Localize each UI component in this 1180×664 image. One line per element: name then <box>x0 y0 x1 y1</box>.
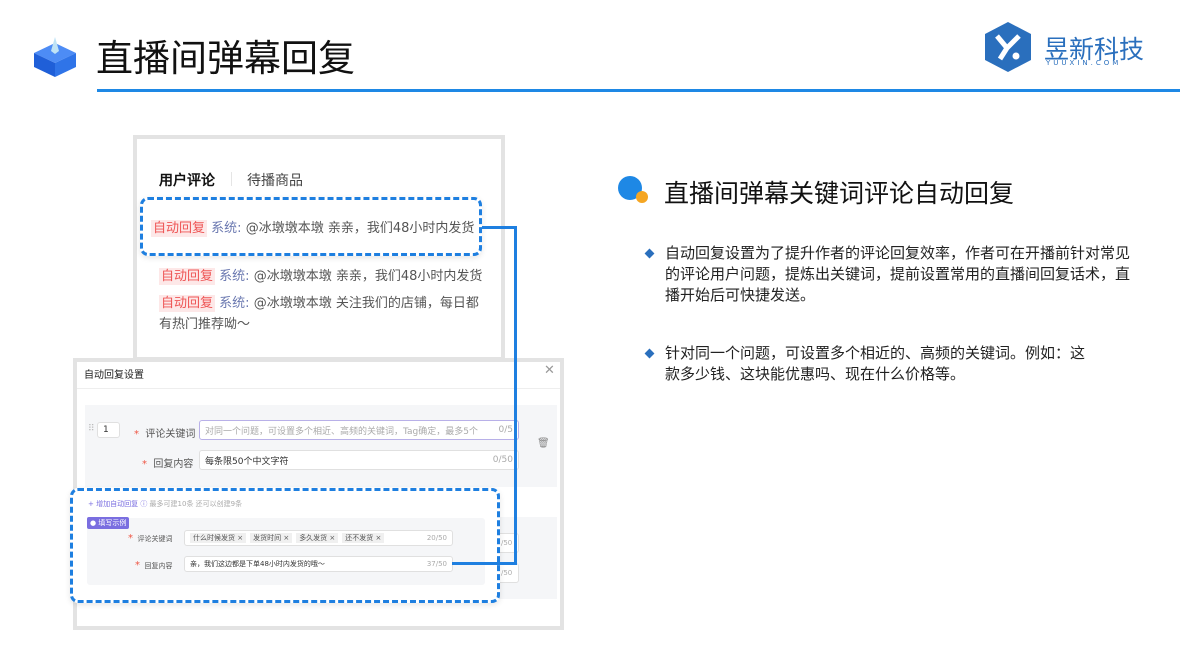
tab-divider <box>231 172 232 186</box>
tab-user-comments[interactable]: 用户评论 <box>159 170 215 190</box>
keyword-chip[interactable]: 发货时间 × <box>250 533 293 543</box>
reply-label: * 回复内容 <box>142 459 194 470</box>
connector-line <box>514 226 517 565</box>
keyword-count: 0/5 <box>498 425 513 435</box>
keyword-label-text: 评论关键词 <box>145 429 196 440</box>
label-text: 评论关键词 <box>137 535 173 543</box>
tab-pending-products[interactable]: 待播商品 <box>247 170 303 190</box>
keyword-placeholder: 对同一个问题，可设置多个相近、高频的关键词，Tag确定，最多5个 <box>205 426 478 437</box>
reply-label-text: 回复内容 <box>153 459 194 470</box>
example-section <box>87 518 485 585</box>
example-reply-input[interactable]: 亲，我们这边都是下单48小时内发货的哦～ 37/50 <box>184 556 453 572</box>
logo-icon <box>985 22 1031 72</box>
section-heading: 直播间弹幕关键词评论自动回复 <box>664 179 1015 208</box>
reply-input[interactable]: 每条限50个中文字符 0/50 <box>199 450 519 470</box>
comment-text: @冰墩墩本墩 亲亲，我们48小时内发货 <box>253 269 483 284</box>
comment-item: 自动回复 系统: @冰墩墩本墩 亲亲，我们48小时内发货 <box>159 265 483 285</box>
rule-section <box>85 405 557 487</box>
keyword-chips: 什么时候发货 × 发货时间 × 多久发货 × 还不发货 × <box>190 533 388 543</box>
auto-reply-tag: 自动回复 <box>159 268 216 285</box>
drag-handle-icon[interactable]: ⠿ <box>88 424 95 434</box>
rule-index[interactable]: 1 <box>97 422 120 438</box>
example-reply-label: * 回复内容 <box>135 560 173 571</box>
reply-count: 0/50 <box>492 455 513 465</box>
logo-domain: YUUXIN.COM <box>1046 59 1122 67</box>
bullet-text: 针对同一个问题，可设置多个相近的、高频的关键词。例如：这款多少钱、这块能优惠吗、… <box>665 344 1086 383</box>
connector-line <box>482 226 517 229</box>
bullet-icon <box>644 248 655 259</box>
sender: 系统: <box>219 269 250 284</box>
keyword-label: * 评论关键词 <box>134 429 196 440</box>
bullet-text: 自动回复设置为了提升作者的评论回复效率，作者可在开播前针对常见的评论用户问题，提… <box>665 244 1131 304</box>
cube-icon <box>34 37 76 77</box>
keyword-chip[interactable]: 多久发货 × <box>296 533 339 543</box>
input-box: 亲，我们这边都是下单48小时内发货的哦～ 37/50 <box>184 556 453 572</box>
bubble-icon <box>618 176 648 203</box>
add-label: + 增加自动回复 <box>88 500 139 508</box>
divider <box>77 388 560 389</box>
comment-item: 自动回复 系统: @冰墩墩本墩 亲亲，我们48小时内发货 <box>151 217 475 237</box>
keyword-input[interactable]: 对同一个问题，可设置多个相近、高频的关键词，Tag确定，最多5个 0/5 <box>199 420 519 440</box>
add-hint: 最多可建10条 还可以创建9条 <box>149 500 243 508</box>
bullet-icon <box>644 348 655 359</box>
close-icon[interactable]: ✕ <box>544 363 555 378</box>
auto-reply-tag: 自动回复 <box>159 295 216 312</box>
input-box: 什么时候发货 × 发货时间 × 多久发货 × 还不发货 × 20/50 <box>184 530 453 546</box>
trash-icon[interactable]: 🗑 <box>537 438 550 449</box>
count: 20/50 <box>426 534 447 542</box>
example-badge: ● 填写示例 <box>87 517 130 529</box>
comment-item: 自动回复 系统: @冰墩墩本墩 关注我们的店铺，每日都有热门推荐呦～ <box>159 293 479 335</box>
reply-value: 亲，我们这边都是下单48小时内发货的哦～ <box>190 560 325 568</box>
count: 37/50 <box>426 560 447 568</box>
title-underline <box>97 89 1180 92</box>
sender: 系统: <box>211 221 242 236</box>
count: /50 <box>501 539 513 547</box>
auto-reply-tag: 自动回复 <box>151 220 208 237</box>
example-keyword-input[interactable]: 什么时候发货 × 发货时间 × 多久发货 × 还不发货 × 20/50 <box>184 530 453 546</box>
connector-line <box>452 562 517 565</box>
dialog-title: 自动回复设置 <box>84 370 144 381</box>
label-text: 回复内容 <box>144 562 173 570</box>
keyword-chip[interactable]: 什么时候发货 × <box>190 533 247 543</box>
badge-text: 填写示例 <box>98 519 127 527</box>
add-auto-reply-link[interactable]: + 增加自动回复 ⓘ 最多可建10条 还可以创建9条 <box>88 499 242 509</box>
keyword-chip[interactable]: 还不发货 × <box>342 533 385 543</box>
page-title: 直播间弹幕回复 <box>96 37 355 80</box>
count: /50 <box>501 569 513 577</box>
reply-placeholder: 每条限50个中文字符 <box>205 456 289 467</box>
example-keyword-label: * 评论关键词 <box>128 533 173 544</box>
comment-text: @冰墩墩本墩 亲亲，我们48小时内发货 <box>245 221 475 236</box>
sender: 系统: <box>219 296 250 311</box>
